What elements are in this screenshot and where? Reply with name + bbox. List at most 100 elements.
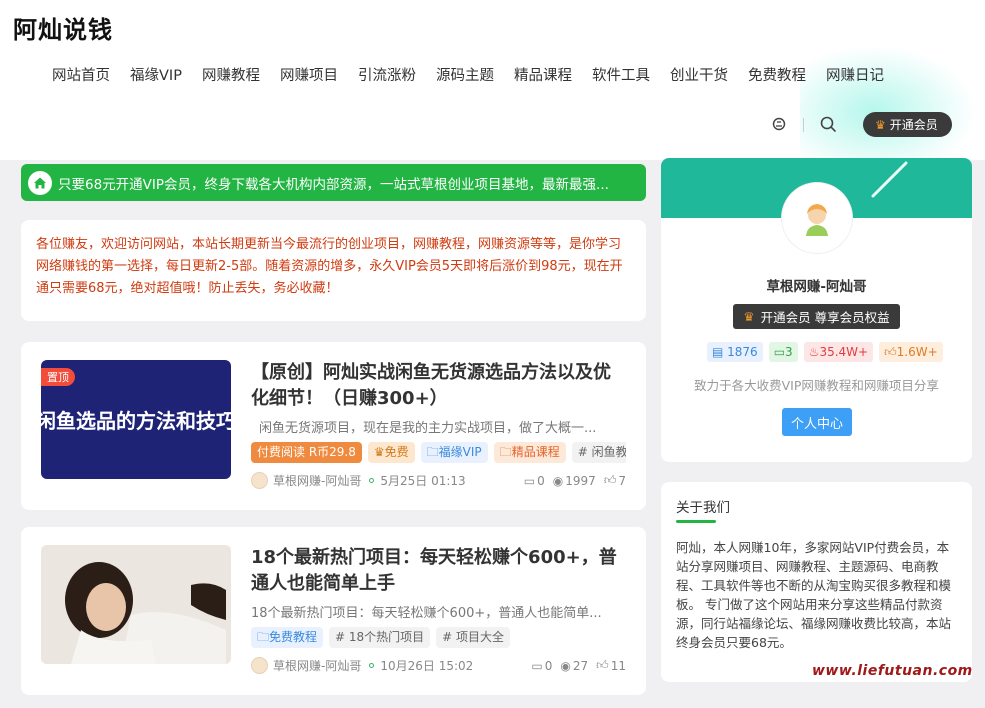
tag-courses-label: 精品课程 (511, 445, 560, 459)
author-avatar[interactable] (251, 472, 268, 489)
post-excerpt: 18个最新热门项目：每天轻松赚个600+，普通人也能简单... (251, 606, 602, 621)
comment-count: 0 (537, 473, 545, 488)
folder-icon: 🗀 (499, 445, 512, 459)
header-divider (803, 118, 804, 132)
welcome-card: 各位赚友，欢迎访问网站，本站长期更新当今最流行的创业项目，网赚教程，网赚资源等等… (21, 220, 646, 321)
tag-category-vip[interactable]: 🗀福缘VIP (420, 442, 488, 463)
comment-icon: ▭ (773, 345, 786, 359)
post-date: 10月26日 15:02 (380, 659, 474, 673)
eye-icon: ◉ (552, 473, 564, 488)
tag-topic[interactable]: # 项目大全 (436, 627, 511, 648)
like-icon: 👍︎ (596, 658, 609, 672)
personal-center-button[interactable]: 个人中心 (782, 408, 852, 436)
post-tags: 🗀免费教程 # 18个热门项目 # 项目大全 (251, 627, 626, 648)
about-card: 关于我们 阿灿，本人网赚10年，多家网站VIP付费会员，本站分享网赚项目、网赚教… (661, 482, 972, 682)
crown-icon: ♛ (875, 117, 886, 132)
welcome-text: 各位赚友，欢迎访问网站，本站长期更新当今最流行的创业项目，网赚教程，网赚资源等等… (36, 237, 623, 296)
profile-avatar[interactable] (782, 183, 852, 253)
about-text: 阿灿，本人网赚10年，多家网站VIP付费会员，本站分享网赚项目、网赚教程、主题源… (676, 540, 952, 650)
eye-icon: ◉ (560, 658, 571, 673)
like-count: 11 (610, 658, 626, 673)
tag-category-courses[interactable]: 🗀精品课程 (493, 442, 566, 463)
site-logo[interactable]: 阿灿说钱 (13, 10, 113, 45)
post-date: 5月25日 01:13 (380, 474, 466, 488)
time-dot-icon (369, 478, 375, 483)
stat-posts-value: 1876 (727, 345, 758, 359)
stat-posts[interactable]: ▤ 1876 (707, 342, 763, 362)
post-tags: 付费阅读 R币29.8 ♛免费 🗀福缘VIP 🗀精品课程 # 闲鱼教程 (251, 442, 626, 463)
post-excerpt: 闲鱼无货源项目，现在是我的主力实战项目，做了大概一... (259, 421, 597, 436)
open-vip-button[interactable]: ♛ 开通会员 (863, 112, 952, 137)
comment-count: 0 (544, 658, 553, 673)
view-count: 27 (572, 658, 589, 673)
view-count: 1997 (565, 473, 596, 488)
tag-free-label: 免费 (384, 445, 409, 459)
fire-icon: ♨ (808, 345, 820, 359)
site-header: 阿灿说钱 网站首页 福缘VIP 网赚教程 网赚项目 引流涨粉 源码主题 精品课程… (0, 0, 985, 160)
tag-free[interactable]: ♛免费 (367, 442, 415, 463)
post-meta: 草根网赚-阿灿哥 10月26日 15:02 ▭ 0 ◉ 27 👍︎ 11 (251, 657, 626, 674)
crown-icon: ♛ (743, 309, 755, 324)
post-meta: 草根网赚-阿灿哥 5月25日 01:13 ▭ 0 ◉ 1997 👍︎ 7 (251, 472, 626, 489)
post-card[interactable]: 18个最新热门项目：每天轻松赚个600+，普通人也能简单上手 18个最新热门项目… (21, 527, 646, 695)
stat-hot[interactable]: ♨35.4W+ (803, 342, 874, 362)
tag-topic[interactable]: # 18个热门项目 (329, 627, 431, 648)
comment-icon: ▭ (523, 473, 536, 488)
profile-vip-label: 开通会员 尊享会员权益 (760, 310, 890, 325)
nav-item-vip[interactable]: 福缘VIP (130, 64, 182, 85)
folder-icon: 🗀 (426, 445, 439, 459)
post-thumbnail[interactable] (41, 545, 231, 664)
folder-icon: 🗀 (257, 630, 270, 644)
nav-item-tutorials[interactable]: 网赚教程 (202, 64, 260, 85)
stat-comments[interactable]: ▭3 (768, 342, 798, 362)
home-icon (28, 170, 52, 195)
like-icon: 👍︎ (884, 345, 897, 359)
post-title[interactable]: 【原创】阿灿实战闲鱼无货源选品方法以及优化细节！（日赚300+） (251, 360, 626, 412)
nav-item-software[interactable]: 软件工具 (592, 64, 650, 85)
post-author[interactable]: 草根网赚-阿灿哥 (273, 472, 361, 489)
tag-topic[interactable]: # 闲鱼教程 (571, 442, 626, 463)
post-title[interactable]: 18个最新热门项目：每天轻松赚个600+，普通人也能简单上手 (251, 545, 626, 597)
comment-icon: ▭ (531, 658, 543, 673)
girl-photo-image (41, 545, 231, 664)
notice-bar[interactable]: 只要68元开通VIP会员，终身下载各大机构内部资源，一站式草根创业项目基地，最新… (21, 164, 646, 201)
nav-item-projects[interactable]: 网赚项目 (280, 64, 338, 85)
tag-category-free[interactable]: 🗀免费教程 (251, 627, 324, 648)
crown-icon: ♛ (373, 445, 385, 459)
tag-paid-read[interactable]: 付费阅读 R币29.8 (251, 442, 362, 463)
post-author[interactable]: 草根网赚-阿灿哥 (273, 657, 361, 674)
author-profile-card: 草根网赚-阿灿哥 ♛ 开通会员 尊享会员权益 ▤ 1876 ▭3 ♨35.4W+… (661, 158, 972, 462)
main-nav: 网站首页 福缘VIP 网赚教程 网赚项目 引流涨粉 源码主题 精品课程 软件工具… (52, 64, 904, 85)
nav-item-courses[interactable]: 精品课程 (514, 64, 572, 85)
header-glow (800, 40, 985, 160)
nav-item-home[interactable]: 网站首页 (52, 64, 110, 85)
profile-description: 致力于各大收费VIP网赚教程和网赚项目分享 (694, 378, 939, 393)
open-vip-label: 开通会员 (889, 118, 938, 132)
post-thumbnail[interactable]: 闲鱼选品的方法和技巧 置顶 (41, 360, 231, 479)
notice-text: 只要68元开通VIP会员，终身下载各大机构内部资源，一站式草根创业项目基地，最新… (58, 176, 609, 193)
profile-name[interactable]: 草根网赚-阿灿哥 (661, 275, 972, 295)
stat-likes-value: 1.6W+ (896, 345, 938, 359)
thumbnail-text: 闲鱼选品的方法和技巧 (41, 409, 231, 433)
tag-vip-label: 福缘VIP (438, 445, 482, 459)
theme-toggle-icon[interactable] (770, 115, 788, 133)
search-icon[interactable] (819, 115, 837, 133)
nav-item-startup[interactable]: 创业干货 (670, 64, 728, 85)
tag-free-tutorial-label: 免费教程 (269, 630, 318, 644)
like-count: 7 (618, 473, 626, 488)
author-avatar[interactable] (251, 657, 268, 674)
like-icon: 👍︎ (603, 473, 617, 487)
profile-vip-button[interactable]: ♛ 开通会员 尊享会员权益 (733, 304, 900, 329)
avatar-face-icon (798, 199, 836, 237)
nav-item-diary[interactable]: 网赚日记 (826, 64, 884, 85)
nav-item-source-code[interactable]: 源码主题 (436, 64, 494, 85)
profile-stats: ▤ 1876 ▭3 ♨35.4W+ 👍︎1.6W+ (707, 342, 949, 362)
stat-likes[interactable]: 👍︎1.6W+ (879, 342, 943, 362)
time-dot-icon (369, 663, 375, 668)
stat-hot-value: 35.4W+ (819, 345, 869, 359)
nav-item-traffic[interactable]: 引流涨粉 (358, 64, 416, 85)
document-icon: ▤ (712, 345, 728, 359)
pinned-badge: 置顶 (41, 368, 75, 386)
nav-item-free[interactable]: 免费教程 (748, 64, 806, 85)
post-card[interactable]: 闲鱼选品的方法和技巧 置顶 【原创】阿灿实战闲鱼无货源选品方法以及优化细节！（日… (21, 342, 646, 510)
